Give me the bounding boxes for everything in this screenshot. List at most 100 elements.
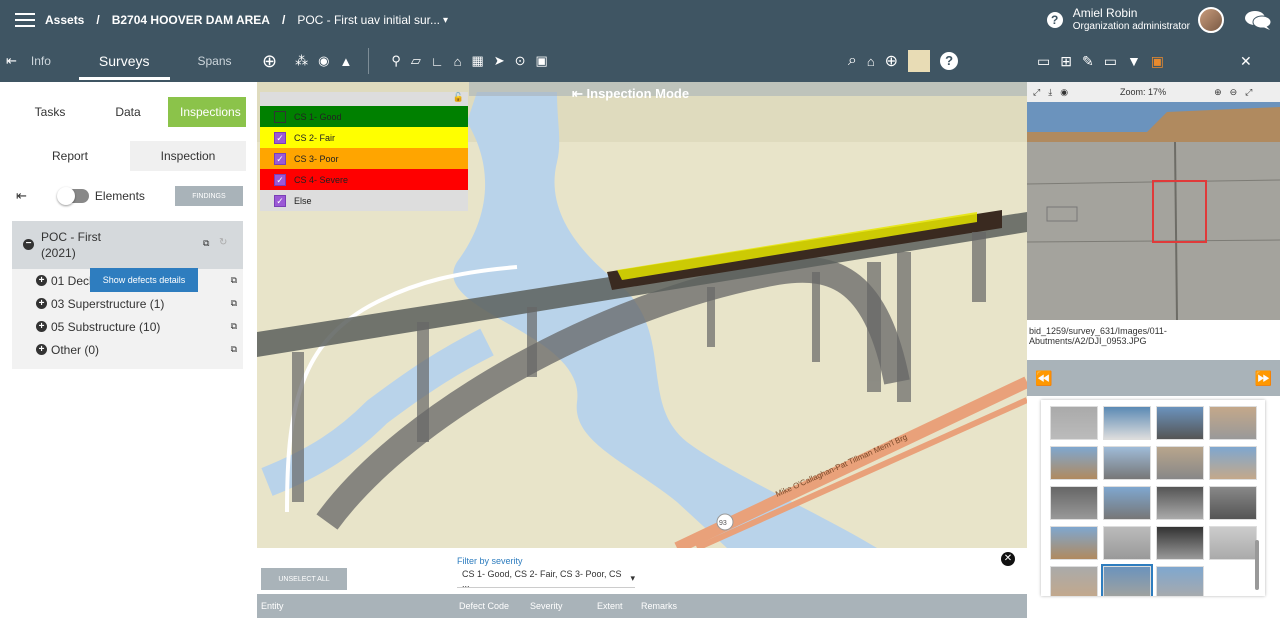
thumbnail[interactable] (1050, 486, 1098, 520)
fullscreen-icon[interactable]: ⤢ (1245, 87, 1252, 98)
collapse-icon[interactable]: − (23, 239, 34, 250)
basemap-icon[interactable] (908, 50, 931, 72)
gallery-scrollbar[interactable] (1255, 540, 1259, 590)
table-icon[interactable]: ▦ (471, 53, 483, 69)
tree-item[interactable]: + Other (0) ⧉ (12, 338, 243, 361)
filter-icon[interactable]: ▼ (1127, 53, 1141, 69)
layers-icon[interactable]: ⁂ (295, 53, 308, 69)
angle-icon[interactable]: ∟ (431, 54, 444, 69)
folder-add-icon[interactable]: ⊞ (1060, 53, 1072, 70)
tree-root[interactable]: − POC - First (2021) ⧉ ↻ (12, 221, 243, 269)
tab-info[interactable]: Info (31, 54, 51, 68)
thumbnail[interactable] (1156, 486, 1204, 520)
zoom-in-icon[interactable]: ⊕ (1214, 87, 1222, 98)
thumbnail[interactable] (1050, 446, 1098, 480)
tree-item[interactable]: +03 Superstructure (1) ⧉ (12, 292, 243, 315)
checkbox[interactable] (274, 110, 286, 123)
thumbnail[interactable] (1103, 446, 1151, 480)
thumbnail[interactable] (1209, 406, 1257, 440)
unselect-all-button[interactable]: UNSELECT ALL (261, 568, 347, 590)
breadcrumb-assets[interactable]: Assets (45, 13, 84, 27)
column-remarks[interactable]: Remarks (641, 601, 677, 611)
globe-icon[interactable]: ⊕ (262, 51, 277, 72)
previous-icon[interactable]: ⏪ (1035, 370, 1052, 387)
tree-item[interactable]: +05 Substructure (10) ⧉ (12, 315, 243, 338)
thumbnail[interactable] (1103, 486, 1151, 520)
map-3d-view[interactable]: Mike O'Callaghan-Pat Tillman Mem'l Brg 9… (257, 82, 1027, 548)
close-icon[interactable]: ✕ (1001, 552, 1015, 566)
edit-icon[interactable]: ✎ (1082, 53, 1094, 70)
globe-icon[interactable]: ⊕ (885, 51, 898, 71)
eye-icon[interactable]: ◉ (1060, 87, 1068, 98)
bounding-box-icon[interactable]: ▣ (1151, 53, 1164, 70)
binoculars-icon[interactable]: ⧉ (231, 321, 237, 332)
tab-inspections[interactable]: Inspections (168, 97, 246, 127)
checkbox[interactable]: ✓ (274, 194, 286, 207)
elements-toggle[interactable] (56, 187, 89, 205)
column-entity[interactable]: Entity (261, 601, 284, 611)
polygon-icon[interactable]: ⌂ (454, 54, 462, 69)
exit-icon[interactable]: ⇤ (6, 53, 17, 69)
zoom-out-icon[interactable]: ⊖ (1230, 87, 1238, 98)
severity-filter-select[interactable]: CS 1- Good, CS 2- Fair, CS 3- Poor, CS .… (457, 569, 635, 589)
legend-row-poor[interactable]: ✓ CS 3- Poor (260, 148, 468, 169)
thumbnail[interactable] (1209, 446, 1257, 480)
next-icon[interactable]: ⏩ (1255, 370, 1272, 387)
expand-icon[interactable]: + (36, 275, 47, 286)
findings-button[interactable]: FINDINGS (174, 186, 243, 206)
legend-row-fair[interactable]: ✓ CS 2- Fair (260, 127, 468, 148)
checkbox[interactable]: ✓ (274, 173, 286, 186)
expand-icon[interactable]: + (36, 321, 47, 332)
thumbnail[interactable] (1103, 526, 1151, 560)
home-icon[interactable]: ⌂ (867, 54, 875, 69)
chat-icon[interactable] (1244, 9, 1272, 31)
thumbnail[interactable] (1103, 406, 1151, 440)
thumbnail[interactable] (1050, 526, 1098, 560)
avatar[interactable] (1198, 7, 1224, 33)
close-icon[interactable]: ✕ (1240, 53, 1252, 70)
thumbnail[interactable] (1156, 406, 1204, 440)
binoculars-icon[interactable]: ⧉ (203, 238, 209, 249)
folder-icon[interactable]: ▭ (1104, 53, 1117, 70)
binoculars-icon[interactable]: ⧉ (231, 275, 237, 286)
checkbox[interactable]: ✓ (274, 131, 286, 144)
user-info[interactable]: Amiel Robin Organization administrator (1073, 6, 1190, 34)
expand-icon[interactable]: + (36, 344, 47, 355)
thumbnail[interactable] (1209, 486, 1257, 520)
folder-open-icon[interactable]: ▭ (1037, 53, 1050, 70)
legend-row-good[interactable]: CS 1- Good (260, 106, 468, 127)
help-icon[interactable]: ? (1046, 12, 1063, 28)
pin-icon[interactable]: ⚲ (391, 53, 401, 69)
thumbnail[interactable] (1050, 406, 1098, 440)
download-icon[interactable]: ⤓ (1048, 87, 1052, 98)
ruler-icon[interactable]: ▱ (411, 53, 421, 69)
inspection-mode-label[interactable]: ⇤ Inspection Mode (572, 86, 689, 102)
tab-inspection[interactable]: Inspection (130, 141, 246, 171)
refresh-icon[interactable]: ↻ (219, 237, 227, 248)
thumbnail-selected[interactable] (1101, 564, 1153, 596)
thumbnail[interactable] (1209, 526, 1257, 560)
thumbnail[interactable] (1050, 566, 1098, 596)
expand-icon[interactable]: + (36, 298, 47, 309)
column-extent[interactable]: Extent (597, 601, 623, 611)
tab-data[interactable]: Data (100, 105, 156, 119)
tab-spans[interactable]: Spans (198, 54, 232, 68)
breadcrumb-survey[interactable]: POC - First uav initial sur... (297, 13, 440, 27)
binoculars-icon[interactable]: ⧉ (231, 298, 237, 309)
warning-icon[interactable]: ▲ (339, 54, 352, 69)
column-defect-code[interactable]: Defect Code (459, 601, 509, 611)
legend-row-else[interactable]: ✓ Else (260, 190, 468, 211)
help-icon[interactable]: ? (940, 52, 959, 70)
expand-icon[interactable]: ⤢ (1033, 87, 1040, 98)
legend-row-severe[interactable]: ✓ CS 4- Severe (260, 169, 468, 190)
tab-surveys[interactable]: Surveys (78, 53, 170, 80)
breadcrumb-asset[interactable]: B2704 HOOVER DAM AREA (112, 13, 270, 27)
column-severity[interactable]: Severity (530, 601, 563, 611)
eye-icon[interactable]: ◉ (318, 53, 329, 69)
chevron-down-icon[interactable]: ▾ (443, 15, 448, 26)
hamburger-icon[interactable] (15, 13, 35, 27)
lock-icon[interactable]: 🔓 (453, 92, 464, 103)
thumbnail[interactable] (1156, 566, 1204, 596)
zoom-area-icon[interactable]: ⊙ (515, 53, 526, 69)
binoculars-icon[interactable]: ⧉ (231, 344, 237, 355)
